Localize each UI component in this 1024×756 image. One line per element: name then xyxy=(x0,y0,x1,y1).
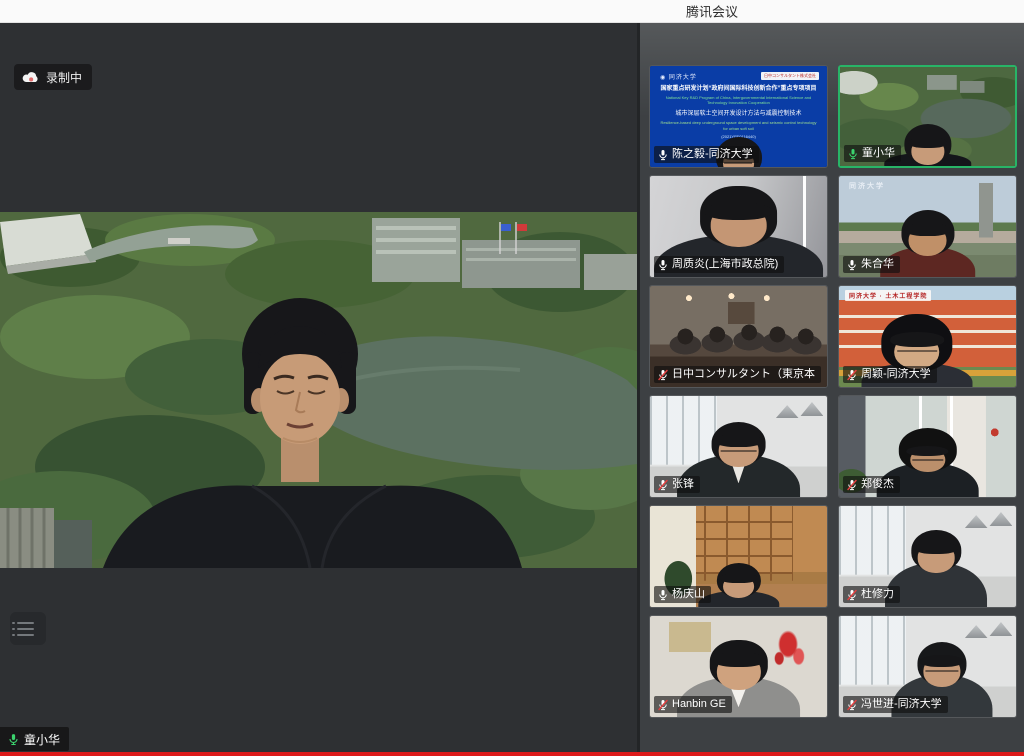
participant-tile[interactable]: 张锋 xyxy=(649,395,828,498)
participant-tile[interactable]: Hanbin GE xyxy=(649,615,828,718)
mic-on-icon xyxy=(657,259,669,271)
main-stage: 录制中 xyxy=(0,22,637,756)
participant-tile[interactable]: ◉ 同济大学 日中コンサルタント株式会社 国家重点研发计划“政府间国际科技创新合… xyxy=(649,65,828,168)
participant-name-label: 郑俊杰 xyxy=(843,476,900,493)
participant-name: 周质炎(上海市政总院) xyxy=(672,258,778,271)
background-watermark-logo: 同济大学 · 土木工程学院 xyxy=(845,290,931,301)
mic-muted-icon xyxy=(846,589,858,601)
participant-name-label: 杜修力 xyxy=(843,586,900,603)
mic-on-icon xyxy=(657,149,669,161)
participant-name: 朱合华 xyxy=(861,258,894,271)
mic-on-icon xyxy=(657,589,669,601)
participant-name-label: 张锋 xyxy=(654,476,700,493)
stage-speaker-name: 童小华 xyxy=(24,731,60,748)
screen-share-border xyxy=(0,752,1024,756)
mic-muted-icon xyxy=(657,479,669,491)
participant-name-label: 朱合华 xyxy=(843,256,900,273)
participant-name: 冯世进-同济大学 xyxy=(861,698,942,711)
participant-name-label: 冯世进-同济大学 xyxy=(843,696,948,713)
participant-tile[interactable]: 郑俊杰 xyxy=(838,395,1017,498)
background-watermark-logo: 同济大学 xyxy=(845,180,889,192)
participant-tile[interactable]: 日中コンサルタント（東京本社） xyxy=(649,285,828,388)
recording-badge[interactable]: 录制中 xyxy=(14,64,92,90)
participant-name-label: Hanbin GE xyxy=(654,696,732,713)
cloud-record-icon xyxy=(22,71,40,84)
participant-name: 郑俊杰 xyxy=(861,478,894,491)
participant-name-label: 日中コンサルタント（東京本社） xyxy=(654,366,821,383)
mic-on-icon xyxy=(846,259,858,271)
mic-muted-icon xyxy=(846,479,858,491)
participant-tile[interactable]: 冯世进-同济大学 xyxy=(838,615,1017,718)
participant-sidebar: ◉ 同济大学 日中コンサルタント株式会社 国家重点研发计划“政府间国际科技创新合… xyxy=(640,22,1024,756)
layout-list-icon[interactable] xyxy=(10,612,46,645)
mic-speaking-icon xyxy=(7,733,20,746)
mic-muted-icon xyxy=(846,369,858,381)
participant-name-label: 杨庆山 xyxy=(654,586,711,603)
participant-tile[interactable]: 童小华 xyxy=(838,65,1017,168)
mic-muted-icon xyxy=(657,369,669,381)
participant-name-label: 周质炎(上海市政总院) xyxy=(654,256,784,273)
main-video[interactable] xyxy=(0,212,637,568)
participant-name: 杨庆山 xyxy=(672,588,705,601)
participant-name: 张锋 xyxy=(672,478,694,491)
mic-speaking-icon xyxy=(847,148,859,160)
participant-name: Hanbin GE xyxy=(672,698,726,711)
window-title-bar[interactable]: 腾讯会议 xyxy=(0,0,1024,23)
participant-name: 陈之毅-同济大学 xyxy=(672,148,753,161)
participant-name: 日中コンサルタント（東京本社） xyxy=(672,368,815,381)
participant-tile[interactable]: 杜修力 xyxy=(838,505,1017,608)
mic-muted-icon xyxy=(846,699,858,711)
participant-name: 童小华 xyxy=(862,147,895,160)
mic-muted-icon xyxy=(657,699,669,711)
participant-tile[interactable]: 周质炎(上海市政总院) xyxy=(649,175,828,278)
participant-name-label: 陈之毅-同济大学 xyxy=(654,146,759,163)
participant-name: 周颖-同济大学 xyxy=(861,368,931,381)
participant-tile[interactable]: 杨庆山 xyxy=(649,505,828,608)
participant-name-label: 童小华 xyxy=(844,145,901,162)
participant-grid: ◉ 同济大学 日中コンサルタント株式会社 国家重点研发计划“政府间国际科技创新合… xyxy=(649,65,1017,718)
meeting-title: 腾讯会议 xyxy=(686,2,738,21)
recording-label: 录制中 xyxy=(46,69,82,86)
participant-name: 杜修力 xyxy=(861,588,894,601)
participant-tile[interactable]: 同济大学 朱合华 xyxy=(838,175,1017,278)
participant-tile[interactable]: 同济大学 · 土木工程学院 周颖-同济大学 xyxy=(838,285,1017,388)
participant-name-label: 周颖-同济大学 xyxy=(843,366,937,383)
campus-aerial-video xyxy=(0,212,637,568)
stage-speaker-label: 童小华 xyxy=(0,727,69,751)
